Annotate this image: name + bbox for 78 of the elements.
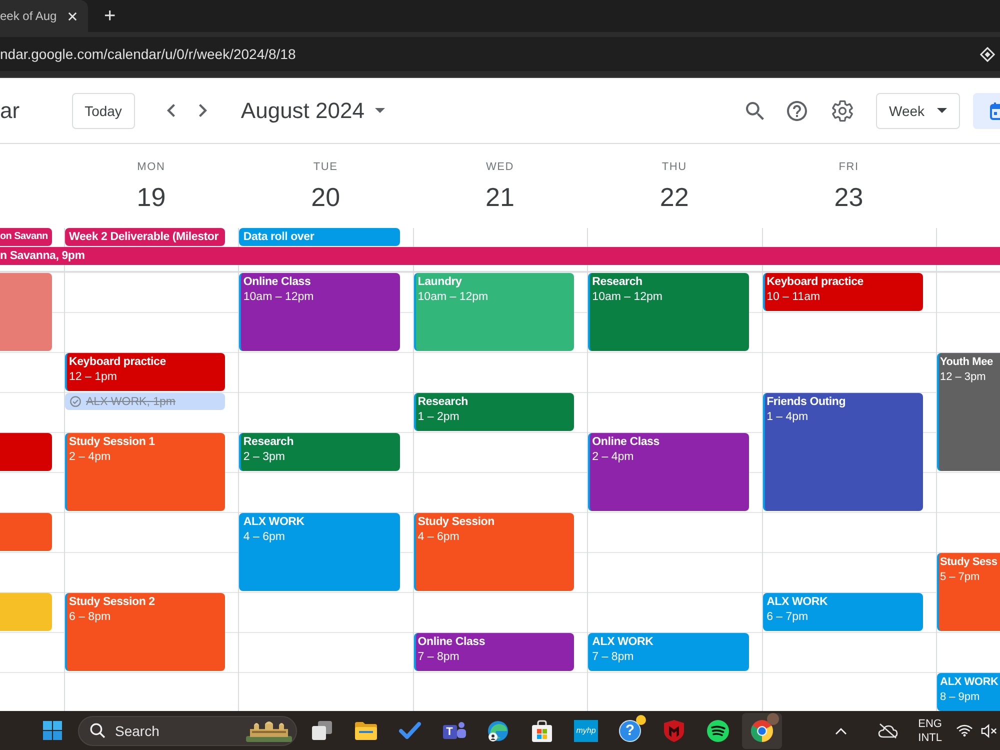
taskbar-button[interactable]: myhp xyxy=(566,712,606,748)
all-day-event[interactable]: Data roll over xyxy=(239,228,400,246)
language-label[interactable]: ENG xyxy=(918,716,942,730)
taskbar-button[interactable] xyxy=(742,712,782,748)
calendar-event[interactable]: Study Session 4 – 6pm xyxy=(414,513,574,591)
calendar-icon xyxy=(990,102,1000,120)
folder-icon[interactable] xyxy=(355,722,377,740)
taskbar-button[interactable]: ? xyxy=(610,712,650,748)
day-name: WED xyxy=(486,160,514,175)
month-picker[interactable]: August 2024 xyxy=(236,96,390,124)
calendar-event[interactable]: Study Session 1 2 – 4pm xyxy=(65,433,226,511)
address-bar[interactable]: ndar.google.com/calendar/u/0/r/week/2024/8/18 xyxy=(0,37,1000,71)
date-number[interactable]: 22 xyxy=(660,181,689,213)
avatar-icon xyxy=(767,712,779,724)
shopping-bag-icon[interactable] xyxy=(531,720,553,742)
calendar-event[interactable]: Keyboard practice 12 – 1pm xyxy=(65,353,226,391)
calendar-event[interactable]: Research 10am – 12pm xyxy=(588,273,749,351)
close-icon[interactable] xyxy=(68,12,77,20)
shield-icon[interactable] xyxy=(664,720,684,742)
calendar-event[interactable]: Youth Mee 12 – 3pm xyxy=(936,353,1000,471)
browser-tab[interactable]: eek of Aug xyxy=(0,0,88,32)
app-title: ar xyxy=(0,96,20,124)
all-day-event[interactable]: n Savanna, 9pm xyxy=(0,247,1000,265)
keyboard-layout-label[interactable]: INTL xyxy=(918,730,942,744)
palace-icon xyxy=(246,720,292,742)
calendar-event[interactable]: Study Sess 5 – 7pm xyxy=(936,553,1000,631)
calendar-event[interactable]: Friends Outing 1 – 4pm xyxy=(762,393,923,511)
cloud-off-icon[interactable] xyxy=(878,722,898,738)
date-number[interactable]: 23 xyxy=(834,181,864,213)
calendar-event[interactable]: Online Class 10am – 12pm xyxy=(239,273,400,351)
calendar-event[interactable]: Online Class 2 – 4pm xyxy=(588,433,749,511)
calendar-event[interactable]: Research 1 – 2pm xyxy=(414,393,574,431)
calendar-event[interactable]: Research 2 – 3pm xyxy=(239,433,400,471)
search-field[interactable]: Search xyxy=(78,716,297,746)
date-number[interactable]: 21 xyxy=(486,181,514,213)
check-icon[interactable] xyxy=(399,722,421,739)
chevron-up-icon[interactable] xyxy=(835,726,848,734)
calendar-event[interactable]: ALX WORK 6 – 7pm xyxy=(762,593,923,631)
day-name: MON xyxy=(137,160,166,175)
calendar-event[interactable]: Online Class 7 – 8pm xyxy=(414,633,574,671)
today-button[interactable]: Today xyxy=(72,92,135,128)
wifi-icon[interactable] xyxy=(956,724,973,737)
help-button[interactable]: ? xyxy=(619,720,641,742)
all-day-event[interactable]: Week 2 Deliverable (Milestor xyxy=(65,228,226,246)
chevron-right-icon[interactable] xyxy=(198,104,207,117)
new-tab-button[interactable]: + xyxy=(102,6,118,26)
calendar-event[interactable]: Keyboard practice 10 – 11am xyxy=(762,273,923,311)
calendar-event[interactable]: ALX WORK 4 – 6pm xyxy=(239,513,400,591)
caret-icon xyxy=(937,108,947,113)
search-icon[interactable] xyxy=(746,102,764,120)
date-number[interactable]: 20 xyxy=(311,181,340,213)
search-icon xyxy=(90,723,105,738)
logo-tile[interactable]: myhp xyxy=(574,720,598,742)
taskbar-button[interactable]: T xyxy=(434,712,474,748)
check-circle-icon[interactable] xyxy=(70,396,81,407)
caret-icon xyxy=(375,108,386,113)
help-icon[interactable] xyxy=(787,100,807,120)
all-day-event[interactable]: on Savann xyxy=(0,228,52,246)
calendar-event[interactable]: ALX WORK 7 – 8pm xyxy=(588,633,749,671)
chevron-left-icon[interactable] xyxy=(166,104,175,117)
letter-tile[interactable]: T xyxy=(442,725,456,739)
day-name: TUE xyxy=(313,160,338,175)
speaker-muted-icon[interactable] xyxy=(981,724,998,738)
day-name: THU xyxy=(662,160,687,175)
segmented-circle-icon[interactable] xyxy=(751,720,773,742)
settings-icon[interactable] xyxy=(832,100,853,122)
date-number[interactable]: 19 xyxy=(136,181,166,213)
calendar-event[interactable]: ALX WORK 8 – 9pm xyxy=(936,673,1000,711)
calendar-event[interactable]: Study Session 2 6 – 8pm xyxy=(65,593,226,671)
stacked-windows-icon[interactable] xyxy=(312,721,332,740)
day-name: FRI xyxy=(838,160,859,175)
waves-circle-icon[interactable] xyxy=(707,720,729,742)
people-icon[interactable] xyxy=(456,722,466,738)
calendar-view-button[interactable] xyxy=(973,92,1000,128)
diamond-icon[interactable] xyxy=(980,46,995,62)
swirl-icon[interactable] xyxy=(487,720,509,742)
view-dropdown[interactable]: Week xyxy=(876,92,960,128)
windows-logo-icon[interactable] xyxy=(43,721,62,740)
